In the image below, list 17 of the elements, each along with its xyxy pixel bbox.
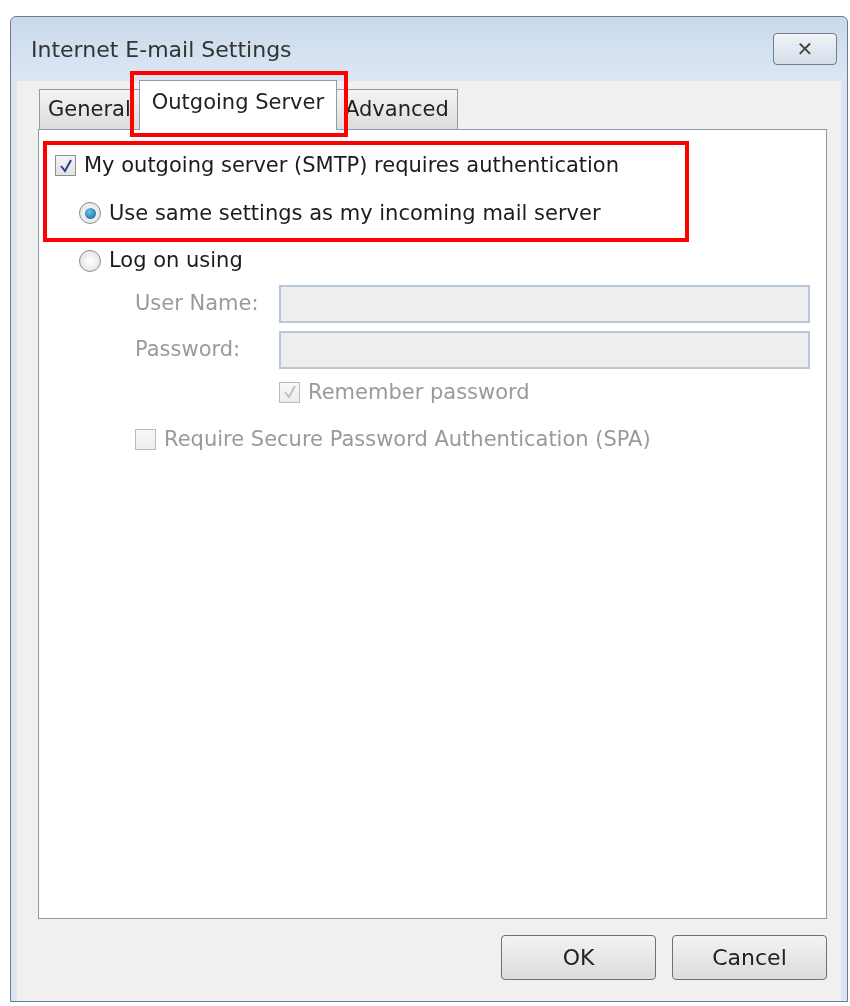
tab[interactable]: Advanced	[336, 88, 458, 129]
window-title: Internet E-mail Settings	[31, 35, 292, 64]
field-label: Password:	[135, 335, 242, 363]
checkbox-label: Remember password	[308, 378, 530, 406]
radio-label: Log on using	[109, 247, 243, 274]
radio-button[interactable]	[79, 202, 101, 225]
radio-label: Use same settings as my incoming mail server	[109, 199, 601, 227]
dialog-button[interactable]: Cancel	[672, 935, 827, 980]
checkbox-label: Require Secure Password Authentication (SPA)	[164, 426, 651, 453]
tab[interactable]: General	[39, 88, 140, 129]
checkbox[interactable]	[55, 155, 76, 177]
checkbox-label: My outgoing server (SMTP) requires authentication	[84, 152, 620, 179]
radio-button[interactable]	[79, 249, 101, 272]
tab[interactable]: Outgoing Server	[138, 79, 338, 130]
field-label: User Name:	[135, 289, 260, 317]
dialog-button[interactable]: OK	[501, 935, 656, 980]
close-button[interactable]: ✕	[773, 33, 837, 65]
